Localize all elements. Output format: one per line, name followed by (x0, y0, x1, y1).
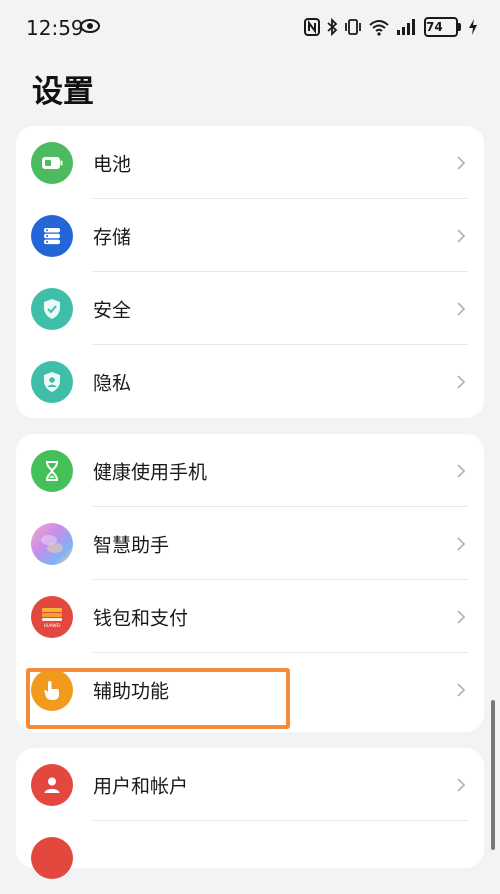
settings-item-label: 安全 (93, 299, 132, 321)
chevron-right-icon (456, 682, 466, 698)
status-bar: 12:59 74 (0, 0, 500, 58)
status-time: 12:59 (26, 16, 84, 40)
settings-item-partial[interactable] (16, 821, 484, 894)
chevron-right-icon (456, 301, 466, 317)
charging-icon (468, 18, 478, 36)
wallet-icon: HUAWEI (31, 595, 73, 638)
settings-item-label: 智慧助手 (93, 534, 170, 556)
scrollbar[interactable] (491, 700, 495, 850)
chevron-right-icon (456, 609, 466, 625)
bluetooth-icon (326, 18, 338, 36)
svg-text:HUAWEI: HUAWEI (44, 623, 61, 628)
chevron-right-icon (456, 228, 466, 244)
user-account-icon (31, 763, 73, 806)
assistant-orb-icon (31, 522, 73, 565)
settings-item-security[interactable]: 安全 (16, 272, 484, 345)
settings-item-digital-balance[interactable]: 健康使用手机 (16, 434, 484, 507)
settings-item-storage[interactable]: 存储 (16, 199, 484, 272)
security-shield-icon (31, 287, 73, 330)
eye-icon (80, 18, 100, 38)
settings-item-battery[interactable]: 电池 (16, 126, 484, 199)
hourglass-icon (31, 449, 73, 492)
chevron-right-icon (456, 777, 466, 793)
nfc-icon (304, 18, 320, 36)
settings-item-users-accounts[interactable]: 用户和帐户 (16, 748, 484, 821)
settings-item-wallet[interactable]: HUAWEI 钱包和支付 (16, 580, 484, 653)
settings-group-accounts: 用户和帐户 (16, 748, 484, 879)
partial-item-icon (31, 836, 73, 879)
battery-settings-icon (31, 141, 73, 184)
settings-item-smart-assistant[interactable]: 智慧助手 (16, 507, 484, 580)
settings-item-label: 隐私 (93, 372, 132, 394)
settings-group-device: 电池 存储 安全 隐私 (16, 126, 484, 418)
chevron-right-icon (456, 536, 466, 552)
settings-item-privacy[interactable]: 隐私 (16, 345, 484, 418)
highlight-annotation (26, 668, 290, 729)
privacy-icon (31, 360, 73, 403)
storage-icon (31, 214, 73, 257)
battery-icon: 74 (424, 17, 461, 37)
settings-item-label: 钱包和支付 (93, 607, 189, 629)
chevron-right-icon (456, 463, 466, 479)
wifi-icon (368, 18, 390, 36)
vibrate-icon (344, 18, 362, 36)
status-icons: 74 (304, 14, 478, 40)
chevron-right-icon (456, 374, 466, 390)
settings-item-label: 存储 (93, 226, 132, 248)
settings-item-label: 健康使用手机 (93, 461, 208, 483)
settings-item-label: 用户和帐户 (93, 775, 189, 797)
chevron-right-icon (456, 155, 466, 171)
page-title: 设置 (32, 74, 94, 110)
settings-item-label: 电池 (93, 153, 132, 175)
signal-icon (396, 18, 418, 36)
